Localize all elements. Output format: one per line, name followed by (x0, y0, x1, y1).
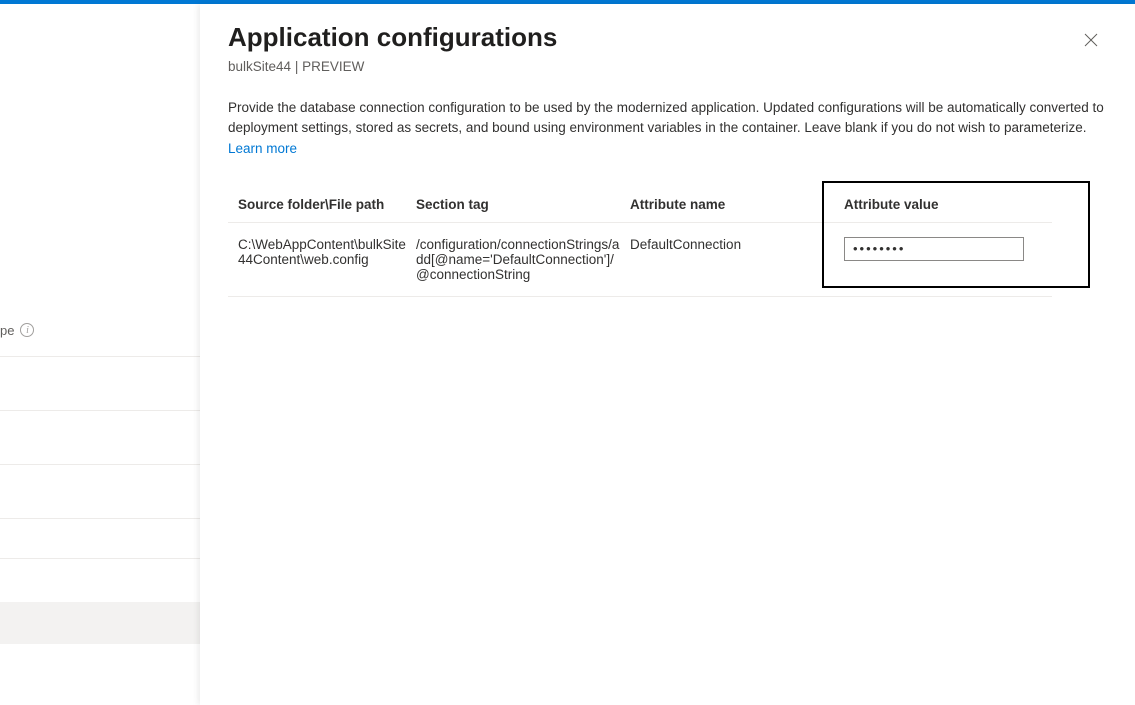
left-nav-pane: pe i (0, 4, 200, 705)
panel-title-block: Application configurations bulkSite44 | … (228, 22, 557, 74)
col-header-source: Source folder\File path (228, 187, 416, 223)
panel-subtitle: bulkSite44 | PREVIEW (228, 59, 557, 74)
col-header-attr-name: Attribute name (630, 187, 844, 223)
cell-attribute-name: DefaultConnection (630, 222, 844, 296)
panel-subtitle-site: bulkSite44 (228, 59, 291, 74)
close-button[interactable] (1075, 24, 1107, 56)
cell-source-path: C:\WebAppContent\bulkSite44Content\web.c… (228, 222, 416, 296)
cell-attribute-value (844, 222, 1052, 296)
left-divider (0, 558, 200, 559)
panel-subtitle-preview: PREVIEW (302, 59, 364, 74)
left-divider (0, 518, 200, 519)
panel-header: Application configurations bulkSite44 | … (228, 22, 1107, 74)
panel-description: Provide the database connection configur… (228, 98, 1107, 159)
left-divider (0, 356, 200, 357)
table-row: C:\WebAppContent\bulkSite44Content\web.c… (228, 222, 1052, 296)
cell-section-tag: /configuration/connectionStrings/add[@na… (416, 222, 630, 296)
close-icon (1084, 33, 1098, 47)
attribute-value-input[interactable] (844, 237, 1024, 261)
config-table-wrapper: Source folder\File path Section tag Attr… (228, 187, 1052, 297)
left-divider (0, 464, 200, 465)
left-nav-item-label: pe (0, 323, 14, 338)
config-table: Source folder\File path Section tag Attr… (228, 187, 1052, 297)
left-nav-item-truncated[interactable]: pe i (0, 320, 200, 340)
col-header-attr-value: Attribute value (844, 187, 1052, 223)
left-nav-item-selected[interactable] (0, 602, 200, 644)
application-configurations-panel: Application configurations bulkSite44 | … (200, 4, 1135, 705)
left-divider (0, 410, 200, 411)
panel-title: Application configurations (228, 22, 557, 53)
col-header-section: Section tag (416, 187, 630, 223)
table-header-row: Source folder\File path Section tag Attr… (228, 187, 1052, 223)
panel-description-text: Provide the database connection configur… (228, 100, 1104, 135)
panel-subtitle-separator: | (295, 59, 302, 74)
learn-more-link[interactable]: Learn more (228, 141, 297, 156)
info-icon[interactable]: i (20, 323, 34, 337)
